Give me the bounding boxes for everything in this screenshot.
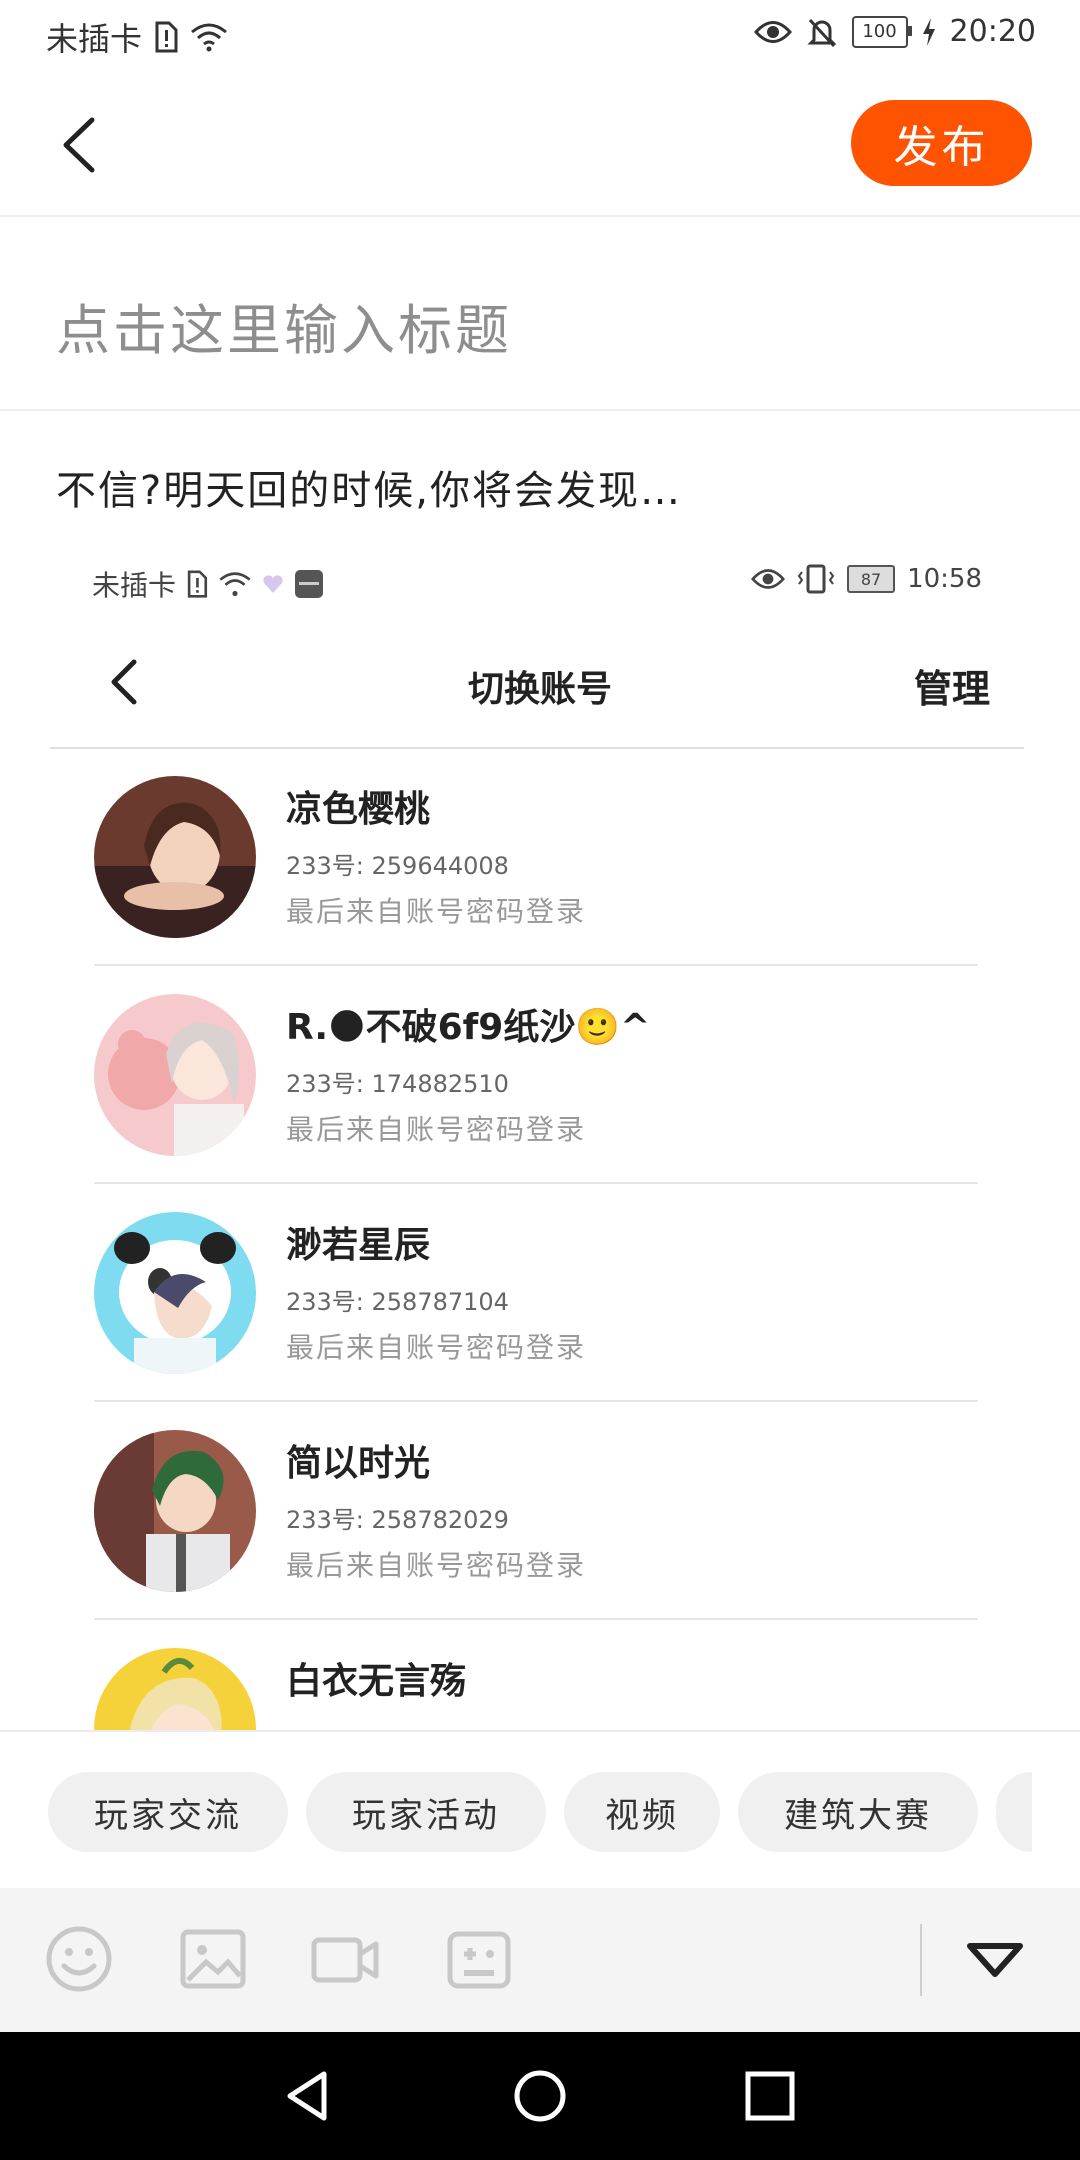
account-login-method: 最后来自账号密码登录 [286,1331,587,1364]
avatar [94,1648,256,1730]
embedded-carrier: 未插卡 [92,569,177,602]
avatar [94,1430,256,1592]
account-name: 渺若星辰 [286,1225,431,1266]
body-input[interactable]: 不信?明天回的时候,你将会发现… [56,458,1036,516]
embedded-status-left: 未插卡 [92,564,324,604]
avatar [94,776,256,938]
eye-icon [753,20,792,43]
video-icon [311,1937,379,1983]
nav-recents-icon [745,2071,795,2121]
title-input[interactable]: 点击这里输入标题 [56,286,1016,365]
publish-button[interactable]: 发布 [851,100,1032,186]
tag-chip[interactable]: 视频 [564,1772,720,1852]
account-item: R.🌑不破6f9纸沙🙂^ 233号: 174882510 最后来自账号密码登录 [94,966,978,1184]
account-name: 凉色樱桃 [286,789,431,830]
back-button[interactable] [52,110,112,180]
account-item: 凉色樱桃 233号: 259644008 最后来自账号密码登录 [94,748,978,966]
account-name: 简以时光 [286,1443,431,1484]
account-login-method: 最后来自账号密码登录 [286,1113,587,1146]
nav-home-icon [514,2070,566,2122]
back-arrow-icon [63,117,95,173]
embedded-clock: 10:58 [907,564,982,594]
tag-chip[interactable]: 玩家交流 [48,1772,288,1852]
emoji-button[interactable] [44,1924,114,1994]
collapse-icon [967,1943,1023,1977]
header-divider [0,215,1080,217]
image-button[interactable] [178,1924,248,1994]
embedded-status-right: 87 10:58 [751,564,982,594]
embedded-manage-label: 管理 [914,667,991,711]
account-item: 渺若星辰 233号: 258787104 最后来自账号密码登录 [94,1184,978,1402]
nav-back-icon [287,2071,327,2121]
nav-home-button[interactable] [512,2068,568,2124]
account-login-method: 最后来自账号密码登录 [286,1549,587,1582]
account-id: 233号: 259644008 [286,852,509,880]
editor-toolbar [0,1888,1080,2032]
charging-icon [922,17,935,46]
account-id: 233号: 258787104 [286,1288,509,1316]
vibrate-icon [797,564,835,594]
status-bar: 未插卡 100 20:20 [0,0,1080,78]
system-nav-bar [0,2032,1080,2160]
emoji-icon [46,1926,112,1992]
game-button[interactable] [444,1924,514,1994]
wifi-icon [219,572,251,597]
mute-bell-icon [806,18,837,47]
avatar [94,994,256,1156]
game-icon [447,1931,511,1989]
wifi-icon [191,23,227,52]
account-name: R.🌑不破6f9纸沙🙂^ [286,1007,651,1048]
carrier-label: 未插卡 [46,20,143,58]
image-icon [180,1929,246,1989]
heart-icon [263,575,283,593]
battery-icon: 87 [847,565,896,593]
account-item: 白衣无言殇 [94,1620,978,1730]
video-button[interactable] [310,1924,380,1994]
battery-icon: 100 [851,15,912,48]
avatar [94,1212,256,1374]
nav-recents-button[interactable] [742,2068,798,2124]
account-item: 简以时光 233号: 258782029 最后来自账号密码登录 [94,1402,978,1620]
tag-chip-partial[interactable] [996,1772,1032,1852]
eye-icon [751,569,786,589]
collapse-keyboard-button[interactable] [960,1924,1030,1994]
account-login-method: 最后来自账号密码登录 [286,895,587,928]
toolbar-divider [920,1924,922,1996]
tag-chip[interactable]: 建筑大赛 [738,1772,978,1852]
account-id: 233号: 258782029 [286,1506,509,1534]
nav-back-button[interactable] [280,2068,336,2124]
topic-tags-bar: 玩家交流 玩家活动 视频 建筑大赛 [0,1730,1080,1890]
account-id: 233号: 174882510 [286,1070,509,1098]
sim-alert-icon [155,21,178,53]
sim-alert-icon [187,570,208,598]
account-name: 白衣无言殇 [286,1661,467,1702]
tag-chip[interactable]: 玩家活动 [306,1772,546,1852]
embedded-screenshot: 未插卡 87 10:58 切换账号 管理 凉色樱桃 233号: 25964400… [0,548,1080,1730]
huawei-app-icon [295,570,324,598]
clock: 20:20 [949,14,1036,49]
title-divider [0,409,1080,411]
